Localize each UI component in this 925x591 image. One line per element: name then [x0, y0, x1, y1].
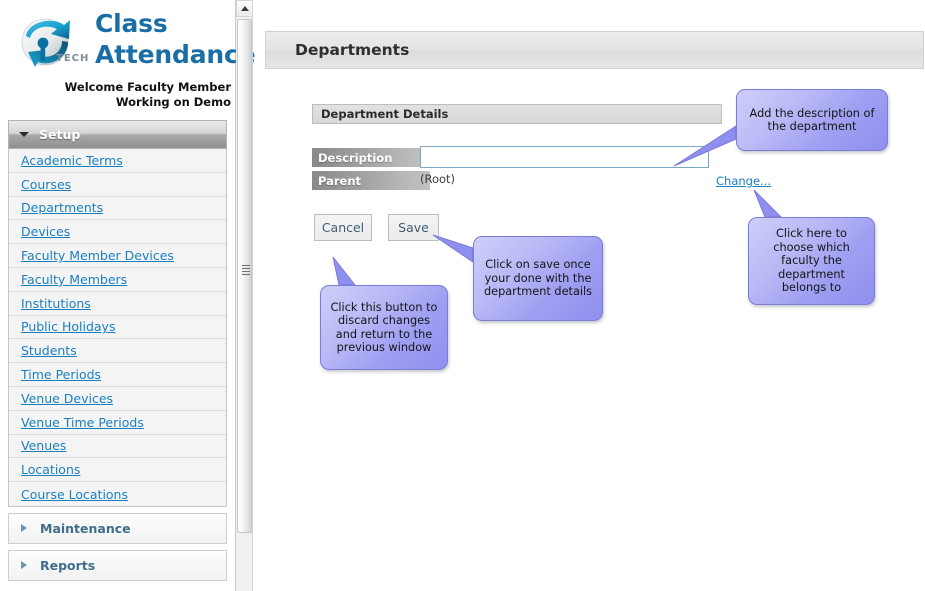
sidebar-item-label[interactable]: Locations [21, 462, 80, 477]
page-title-bar: Departments [265, 31, 924, 69]
chevron-right-icon [21, 561, 27, 570]
welcome-line-2: Working on Demo [115, 95, 231, 109]
callout-change-parent: Click here to choose which faculty the d… [748, 217, 875, 305]
sidebar-item-faculty-members[interactable]: Faculty Members [9, 267, 226, 292]
sidebar-section-reports[interactable]: Reports [8, 549, 227, 581]
app-title-line1: Class [95, 9, 168, 38]
sidebar-section-maintenance-label: Maintenance [40, 520, 131, 536]
sidebar-item-venues[interactable]: Venues [9, 434, 226, 459]
globe-swoosh-logo: TECH [21, 18, 89, 67]
sidebar-section-reports-label: Reports [40, 557, 96, 573]
save-button[interactable]: Save [388, 214, 439, 241]
parent-label: Parent [312, 171, 430, 190]
sidebar: TECH Class Attendance Welcome Faculty Me… [0, 0, 256, 591]
app-title: Class Attendance [95, 8, 256, 70]
chevron-right-icon [21, 524, 27, 533]
sidebar-item-label[interactable]: Venue Time Periods [21, 415, 144, 430]
description-label-text: Description [318, 150, 393, 165]
app-window: TECH Class Attendance Welcome Faculty Me… [0, 0, 925, 591]
description-label: Description [312, 148, 430, 167]
sidebar-item-public-holidays[interactable]: Public Holidays [9, 315, 226, 340]
page-title: Departments [295, 41, 410, 59]
sidebar-item-label[interactable]: Public Holidays [21, 319, 115, 334]
sidebar-section-setup-label: Setup [39, 127, 81, 142]
sidebar-section-setup[interactable]: Setup [8, 120, 227, 149]
sidebar-item-label[interactable]: Devices [21, 224, 70, 239]
sidebar-item-label[interactable]: Faculty Members [21, 272, 127, 287]
sidebar-item-students[interactable]: Students [9, 339, 226, 364]
sidebar-item-institutions[interactable]: Institutions [9, 291, 226, 316]
sidebar-item-venue-devices[interactable]: Venue Devices [9, 386, 226, 411]
brand-header: TECH Class Attendance Welcome Faculty Me… [0, 0, 256, 120]
svg-text:TECH: TECH [56, 53, 89, 64]
scrollbar-thumb[interactable] [237, 19, 252, 533]
parent-value: (Root) [420, 172, 456, 186]
parent-label-text: Parent [318, 173, 362, 188]
sidebar-item-faculty-member-devices[interactable]: Faculty Member Devices [9, 244, 226, 268]
sidebar-item-venue-time-periods[interactable]: Venue Time Periods [9, 410, 226, 435]
sidebar-item-label[interactable]: Time Periods [21, 367, 101, 382]
sidebar-item-courses[interactable]: Courses [9, 172, 226, 197]
sidebar-section-maintenance[interactable]: Maintenance [8, 512, 227, 544]
scroll-up-button[interactable] [236, 0, 253, 17]
sidebar-item-departments[interactable]: Departments [9, 196, 226, 221]
sidebar-item-course-locations[interactable]: Course Locations [9, 482, 226, 506]
caret-up-icon [240, 6, 249, 11]
callout-cancel: Click this button to discard changes and… [320, 285, 448, 370]
sidebar-item-label[interactable]: Departments [21, 200, 103, 215]
description-input[interactable] [420, 146, 709, 168]
sidebar-item-label[interactable]: Course Locations [21, 487, 128, 502]
chevron-down-icon [19, 132, 29, 137]
welcome-line-1: Welcome Faculty Member [64, 80, 231, 94]
panel-header-department-details: Department Details [312, 104, 722, 124]
app-title-line2: Attendance [95, 40, 256, 69]
change-parent-link[interactable]: Change... [716, 174, 771, 188]
panel-header-label: Department Details [321, 107, 449, 121]
sidebar-item-label[interactable]: Venues [21, 438, 66, 453]
sidebar-item-label[interactable]: Institutions [21, 296, 91, 311]
sidebar-item-academic-terms[interactable]: Academic Terms [9, 149, 226, 173]
sidebar-item-label[interactable]: Venue Devices [21, 391, 113, 406]
sidebar-item-label[interactable]: Courses [21, 177, 71, 192]
sidebar-item-label[interactable]: Students [21, 343, 77, 358]
callout-save: Click on save once your done with the de… [473, 236, 603, 321]
sidebar-item-label[interactable]: Faculty Member Devices [21, 248, 174, 263]
welcome-text: Welcome Faculty Member Working on Demo [0, 80, 231, 110]
sidebar-item-locations[interactable]: Locations [9, 458, 226, 483]
sidebar-item-time-periods[interactable]: Time Periods [9, 363, 226, 387]
callout-description: Add the description of the department [736, 89, 888, 151]
sidebar-nav-list: Academic Terms Courses Departments Devic… [8, 149, 227, 507]
sidebar-item-devices[interactable]: Devices [9, 220, 226, 245]
sidebar-scrollbar[interactable] [236, 0, 253, 591]
grip-lines-icon [242, 265, 250, 275]
sidebar-item-label[interactable]: Academic Terms [21, 153, 123, 168]
cancel-button[interactable]: Cancel [314, 214, 372, 241]
main-content: Departments Department Details Descripti… [265, 0, 925, 591]
